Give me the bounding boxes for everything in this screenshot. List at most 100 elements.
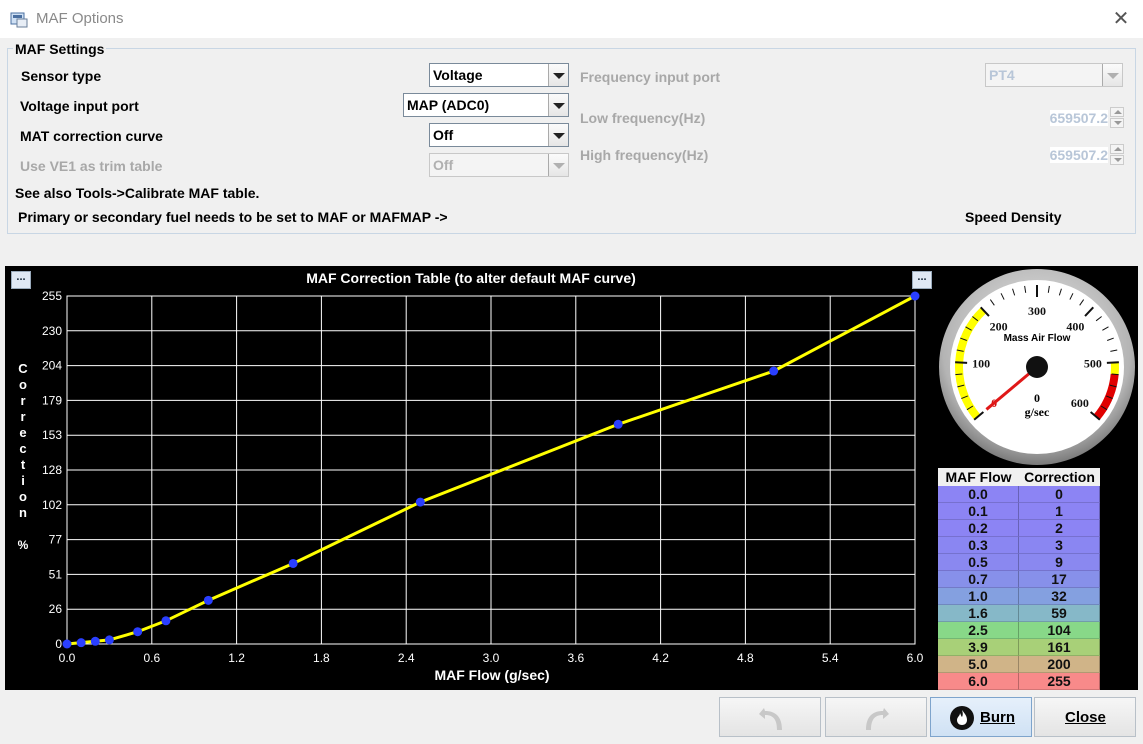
use-ve1-label: Use VE1 as trim table — [20, 158, 163, 174]
voltage-input-port-label: Voltage input port — [20, 98, 139, 114]
y-tick-label: 102 — [42, 498, 62, 512]
correction-cell[interactable]: 0 — [1019, 486, 1100, 503]
gauge-title: Mass Air Flow — [1004, 333, 1071, 344]
gauge-tick-label: 200 — [990, 319, 1008, 333]
correction-cell[interactable]: 200 — [1019, 656, 1100, 673]
correction-cell[interactable]: 255 — [1019, 673, 1100, 690]
flow-cell[interactable]: 1.6 — [938, 605, 1019, 622]
correction-cell[interactable]: 161 — [1019, 639, 1100, 656]
spin-down-icon — [1110, 118, 1124, 128]
close-window-icon[interactable]: ✕ — [1110, 8, 1132, 30]
table-row[interactable]: 3.9 161 — [938, 639, 1100, 656]
table-row[interactable]: 1.0 32 — [938, 588, 1100, 605]
correction-cell[interactable]: 17 — [1019, 571, 1100, 588]
data-point[interactable] — [415, 497, 425, 507]
burn-button[interactable]: Burn — [930, 697, 1032, 737]
data-point[interactable] — [613, 419, 623, 429]
flow-cell[interactable]: 0.1 — [938, 503, 1019, 520]
y-axis-label-char: e — [19, 425, 26, 440]
data-point[interactable] — [161, 616, 171, 626]
data-point[interactable] — [62, 639, 72, 649]
chevron-down-icon[interactable] — [548, 124, 568, 146]
high-frequency-label: High frequency(Hz) — [580, 147, 709, 163]
undo-button[interactable] — [719, 697, 821, 737]
voltage-input-port-value: MAP (ADC0) — [407, 97, 490, 113]
data-point[interactable] — [104, 635, 114, 645]
x-tick-label: 5.4 — [822, 651, 839, 665]
y-tick-label: 51 — [49, 567, 63, 581]
data-point[interactable] — [910, 291, 920, 301]
gauge-tick-label: 400 — [1066, 319, 1084, 333]
gauge-value: 0 — [1034, 391, 1040, 405]
table-row[interactable]: 0.3 3 — [938, 537, 1100, 554]
table-row[interactable]: 6.0 255 — [938, 673, 1100, 690]
correction-cell[interactable]: 2 — [1019, 520, 1100, 537]
flow-cell[interactable]: 0.3 — [938, 537, 1019, 554]
x-tick-label: 3.6 — [567, 651, 584, 665]
mat-correction-label: MAT correction curve — [20, 128, 163, 144]
undo-icon — [759, 708, 782, 730]
use-ve1-select: Off — [429, 153, 569, 177]
y-axis-label-char: n — [19, 505, 27, 520]
flow-cell[interactable]: 2.5 — [938, 622, 1019, 639]
fuel-mode-link[interactable]: Speed Density — [965, 209, 1061, 225]
data-point[interactable] — [203, 595, 213, 605]
high-frequency-spinner: 659507.2 — [1048, 144, 1124, 166]
table-row[interactable]: 0.5 9 — [938, 554, 1100, 571]
gauge-tick — [955, 361, 968, 364]
x-tick-label: 2.4 — [398, 651, 415, 665]
chevron-down-icon[interactable] — [548, 64, 568, 86]
y-axis-label-char: t — [21, 457, 26, 472]
calibrate-note: See also Tools->Calibrate MAF table. — [15, 185, 260, 201]
maf-correction-table[interactable]: MAF Flow Correction 0.0 0 0.1 1 0.2 2 0.3 3 0.5 9… — [938, 468, 1100, 690]
flow-cell[interactable]: 6.0 — [938, 673, 1019, 690]
table-row[interactable]: 0.2 2 — [938, 520, 1100, 537]
y-tick-label: 153 — [42, 428, 62, 442]
data-point[interactable] — [76, 638, 86, 648]
flow-cell[interactable]: 5.0 — [938, 656, 1019, 673]
table-row[interactable]: 2.5 104 — [938, 622, 1100, 639]
gauge-tick-label: 100 — [972, 357, 990, 371]
x-tick-label: 0.6 — [143, 651, 160, 665]
flow-cell[interactable]: 0.5 — [938, 554, 1019, 571]
correction-cell[interactable]: 32 — [1019, 588, 1100, 605]
table-row[interactable]: 5.0 200 — [938, 656, 1100, 673]
flow-cell[interactable]: 1.0 — [938, 588, 1019, 605]
y-tick-label: 204 — [42, 359, 62, 373]
correction-cell[interactable]: 9 — [1019, 554, 1100, 571]
voltage-input-port-select[interactable]: MAP (ADC0) — [403, 93, 569, 117]
y-axis-label-char: r — [20, 393, 25, 408]
correction-cell[interactable]: 59 — [1019, 605, 1100, 622]
table-row[interactable]: 1.6 59 — [938, 605, 1100, 622]
data-point[interactable] — [90, 636, 100, 646]
data-point[interactable] — [769, 366, 779, 376]
data-point[interactable] — [288, 558, 298, 568]
frequency-input-port-select: PT4 — [985, 63, 1123, 87]
flow-cell[interactable]: 0.2 — [938, 520, 1019, 537]
chevron-down-icon — [548, 154, 568, 176]
maf-settings-group — [7, 48, 1136, 234]
mat-correction-select[interactable]: Off — [429, 123, 569, 147]
correction-cell[interactable]: 104 — [1019, 622, 1100, 639]
correction-cell[interactable]: 3 — [1019, 537, 1100, 554]
flow-cell[interactable]: 0.0 — [938, 486, 1019, 503]
flow-cell[interactable]: 3.9 — [938, 639, 1019, 656]
x-tick-label: 6.0 — [907, 651, 924, 665]
table-row[interactable]: 0.0 0 — [938, 486, 1100, 503]
redo-button[interactable] — [825, 697, 927, 737]
y-axis-label-char: o — [19, 377, 27, 392]
y-axis-label-unit: % — [18, 538, 29, 552]
chevron-down-icon[interactable] — [548, 94, 568, 116]
close-button[interactable]: Close — [1034, 697, 1136, 737]
data-point[interactable] — [133, 627, 143, 637]
maf-correction-chart[interactable]: MAF Correction Table (to alter default M… — [0, 266, 936, 690]
sensor-type-select[interactable]: Voltage — [429, 63, 569, 87]
table-row[interactable]: 0.7 17 — [938, 571, 1100, 588]
table-row[interactable]: 0.1 1 — [938, 503, 1100, 520]
gauge-tick — [1111, 373, 1119, 376]
x-tick-label: 1.2 — [228, 651, 245, 665]
column-header-correction: Correction — [1024, 469, 1095, 485]
window-title: MAF Options — [36, 10, 124, 27]
flow-cell[interactable]: 0.7 — [938, 571, 1019, 588]
correction-cell[interactable]: 1 — [1019, 503, 1100, 520]
